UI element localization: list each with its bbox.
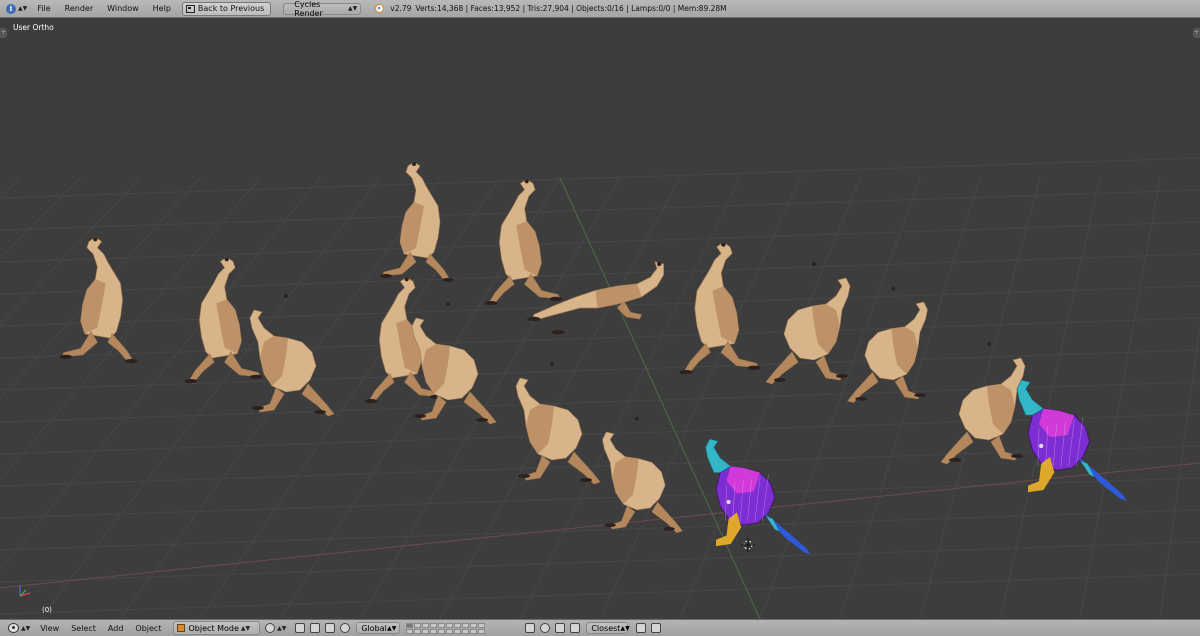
layer-button[interactable] (478, 628, 486, 634)
manipulator-toggle-icon[interactable] (310, 623, 321, 633)
menu-view[interactable]: View (34, 624, 65, 633)
properties-toggle[interactable]: + (1193, 28, 1200, 38)
menu-render[interactable]: Render (58, 4, 100, 13)
toolshelf-toggle[interactable]: + (0, 28, 7, 38)
layer-button[interactable] (446, 628, 454, 634)
3d-viewport[interactable]: + + User Ortho (0) (0, 18, 1200, 619)
version-text: v2.79 (390, 4, 412, 13)
lock-camera-icon[interactable] (525, 623, 536, 633)
layer-button[interactable] (454, 622, 462, 628)
menu-help[interactable]: Help (146, 4, 178, 13)
dropdown-arrow-icon: ▲▼ (387, 624, 397, 632)
layer-button[interactable] (462, 628, 470, 634)
render-image-icon[interactable] (636, 623, 647, 633)
back-to-previous-button[interactable]: Back to Previous (181, 1, 272, 16)
menu-select[interactable]: Select (65, 624, 102, 633)
view-label: User Ortho (13, 23, 54, 32)
snap-target-label: Closest (591, 623, 621, 633)
stats-text: Verts:14,368 | Faces:13,952 | Tris:27,90… (415, 4, 727, 13)
editor-type-arrow-icon[interactable]: ▲▼ (18, 5, 27, 12)
rotate-manipulator-icon[interactable] (340, 623, 351, 633)
viewport-shading-icon[interactable] (265, 623, 276, 633)
object-mode-cube-icon (177, 624, 186, 632)
layer-button[interactable] (430, 622, 438, 628)
layer-button[interactable] (462, 622, 470, 628)
layer-button[interactable] (454, 628, 462, 634)
pivot-point-icon[interactable] (295, 623, 306, 633)
dropdown-arrow-icon: ▲▼ (277, 624, 287, 632)
snap-element-icon[interactable] (570, 623, 581, 633)
layer-button[interactable] (470, 628, 478, 634)
transform-orientation-select[interactable]: Global ▲▼ (356, 622, 401, 634)
blender-window: i ▲▼ File Render Window Help Back to Pre… (0, 0, 1200, 636)
proportional-edit-icon[interactable] (540, 623, 551, 633)
render-engine-select[interactable]: Cycles Render ▲▼ (283, 0, 362, 18)
interaction-mode-select[interactable]: Object Mode ▲▼ (173, 621, 261, 635)
layer-buttons[interactable] (406, 622, 486, 634)
dropdown-arrow-icon: ▲▼ (240, 624, 251, 632)
back-to-previous-label: Back to Previous (197, 4, 265, 13)
info-icon[interactable]: i (6, 3, 16, 14)
layer-button[interactable] (478, 622, 486, 628)
menu-file[interactable]: File (30, 4, 57, 13)
layer-button[interactable] (430, 628, 438, 634)
transform-orientation-label: Global (361, 623, 387, 633)
layer-button[interactable] (438, 628, 446, 634)
layer-button[interactable] (422, 622, 430, 628)
blender-logo-icon (375, 4, 385, 13)
view3d-header: ▲▼ View Select Add Object Object Mode ▲▼… (0, 619, 1200, 636)
layer-button[interactable] (414, 628, 422, 634)
layer-button[interactable] (446, 622, 454, 628)
layer-button[interactable] (422, 628, 430, 634)
snap-target-select[interactable]: Closest ▲▼ (586, 622, 630, 634)
layer-button[interactable] (470, 622, 478, 628)
editor-type-arrow-icon[interactable]: ▲▼ (21, 625, 30, 632)
snap-toggle-icon[interactable] (555, 623, 566, 633)
dropdown-arrow-icon: ▲▼ (620, 624, 630, 632)
dropdown-arrow-icon: ▲▼ (348, 5, 358, 12)
layer-button[interactable] (438, 622, 446, 628)
menu-add[interactable]: Add (102, 624, 130, 633)
interaction-mode-label: Object Mode (188, 623, 239, 633)
frame-label: (0) (42, 606, 52, 614)
screen-icon (185, 4, 195, 13)
render-engine-label: Cycles Render (294, 0, 323, 18)
info-header: i ▲▼ File Render Window Help Back to Pre… (0, 0, 1200, 18)
render-animation-icon[interactable] (651, 623, 662, 633)
layer-button[interactable] (406, 628, 414, 634)
layer-button[interactable] (414, 622, 422, 628)
layer-button[interactable] (406, 622, 414, 628)
viewport-scene[interactable] (0, 18, 1200, 619)
translate-manipulator-icon[interactable] (325, 623, 336, 633)
scene-stats: v2.79 Verts:14,368 | Faces:13,952 | Tris… (375, 4, 727, 13)
view3d-icon[interactable] (8, 623, 19, 633)
menu-object[interactable]: Object (129, 624, 167, 633)
menu-window[interactable]: Window (100, 4, 146, 13)
